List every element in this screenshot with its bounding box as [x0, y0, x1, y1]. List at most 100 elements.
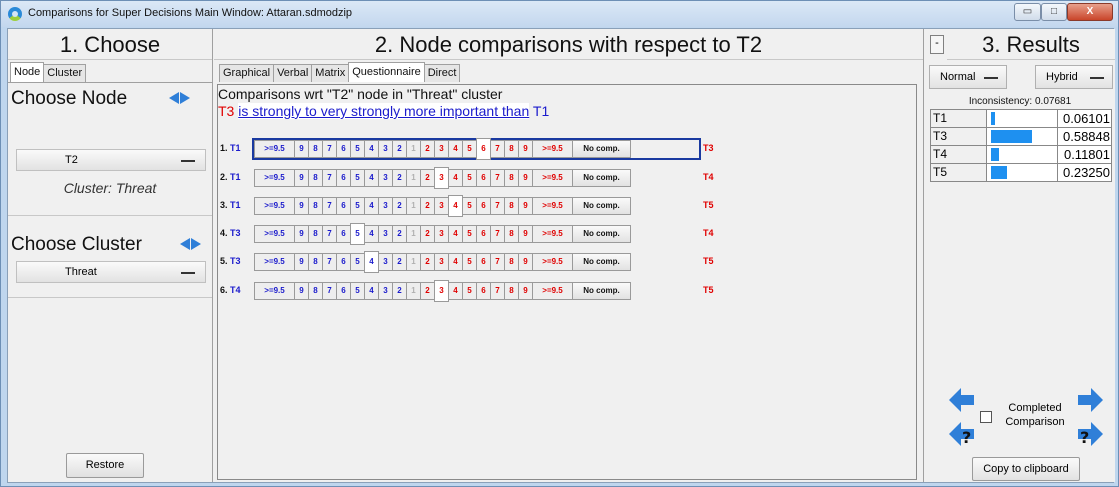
scale-cell[interactable]: 8 — [308, 282, 323, 300]
scale-cell[interactable]: 1 — [406, 169, 421, 187]
scale-cell[interactable]: 2 — [420, 169, 435, 187]
scale-cell[interactable]: 7 — [490, 282, 505, 300]
scale-cell[interactable]: 5 — [350, 140, 365, 158]
scale-cell[interactable]: 3 — [378, 225, 393, 243]
type-dropdown[interactable]: Hybrid — [1035, 65, 1113, 89]
scale-cell[interactable]: 2 — [392, 169, 407, 187]
scale-cell[interactable]: 3 — [434, 197, 449, 215]
scale-cell[interactable]: 9 — [294, 225, 309, 243]
scale-cell[interactable]: 6 — [336, 197, 351, 215]
tab-questionnaire[interactable]: Questionnaire — [348, 62, 425, 82]
scale-cell-selected[interactable]: 6 — [476, 138, 491, 160]
scale-cell[interactable]: 5 — [350, 169, 365, 187]
no-comparison-button[interactable]: No comp. — [572, 140, 631, 158]
scale-cell[interactable]: 8 — [504, 197, 519, 215]
scale-cell[interactable]: 1 — [406, 140, 421, 158]
minimize-button[interactable]: ▭ — [1014, 3, 1041, 21]
scale-cell[interactable]: 2 — [420, 282, 435, 300]
scale-cell[interactable]: >=9.5 — [532, 253, 573, 271]
scale-cell[interactable]: >=9.5 — [532, 140, 573, 158]
scale-cell[interactable]: 7 — [322, 253, 337, 271]
scale-cell[interactable]: 7 — [322, 169, 337, 187]
scale-cell[interactable]: 4 — [364, 140, 379, 158]
scale-cell[interactable]: 8 — [308, 197, 323, 215]
scale-cell[interactable]: 6 — [476, 253, 491, 271]
tab-direct[interactable]: Direct — [423, 64, 461, 82]
scale-cell[interactable]: 8 — [504, 169, 519, 187]
scale-cell[interactable]: 8 — [504, 253, 519, 271]
tab-graphical[interactable]: Graphical — [219, 64, 275, 82]
previous-arrow-icon[interactable] — [947, 387, 975, 413]
scale-cell[interactable]: >=9.5 — [254, 225, 295, 243]
no-comparison-button[interactable]: No comp. — [572, 197, 631, 215]
scale-cell[interactable]: >=9.5 — [254, 282, 295, 300]
scale-cell[interactable]: 7 — [490, 197, 505, 215]
scale-cell[interactable]: 9 — [294, 282, 309, 300]
next-node-arrow-icon[interactable] — [180, 92, 190, 104]
scale-cell[interactable]: 5 — [462, 253, 477, 271]
scale-cell[interactable]: >=9.5 — [532, 197, 573, 215]
scale-cell[interactable]: 4 — [364, 225, 379, 243]
scale-cell[interactable]: 9 — [294, 197, 309, 215]
scale-cell[interactable]: >=9.5 — [254, 140, 295, 158]
tab-cluster[interactable]: Cluster — [43, 64, 87, 82]
scale-cell[interactable]: 5 — [462, 197, 477, 215]
mode-dropdown[interactable]: Normal — [929, 65, 1007, 89]
scale-cell[interactable]: 2 — [420, 253, 435, 271]
scale-cell[interactable]: 5 — [350, 253, 365, 271]
scale-cell[interactable]: 4 — [448, 169, 463, 187]
scale-cell[interactable]: 3 — [378, 140, 393, 158]
scale-cell[interactable]: 4 — [448, 282, 463, 300]
no-comparison-button[interactable]: No comp. — [572, 282, 631, 300]
scale-cell[interactable]: 2 — [420, 140, 435, 158]
scale-cell[interactable]: 5 — [462, 225, 477, 243]
scale-cell[interactable]: 7 — [490, 225, 505, 243]
node-dropdown[interactable]: T2 — [16, 149, 206, 171]
scale-cell[interactable]: 2 — [392, 282, 407, 300]
scale-cell[interactable]: >=9.5 — [254, 169, 295, 187]
prev-cluster-arrow-icon[interactable] — [180, 238, 190, 250]
tab-matrix[interactable]: Matrix — [311, 64, 350, 82]
scale-cell[interactable]: 4 — [448, 225, 463, 243]
maximize-button[interactable]: □ — [1041, 3, 1067, 21]
previous-unanswered-icon[interactable]: ? — [947, 421, 975, 447]
scale-cell[interactable]: 6 — [476, 197, 491, 215]
scale-cell[interactable]: 1 — [406, 253, 421, 271]
scale-cell[interactable]: 5 — [350, 197, 365, 215]
scale-cell[interactable]: 7 — [322, 140, 337, 158]
scale-cell[interactable]: 1 — [406, 225, 421, 243]
scale-cell[interactable]: 7 — [490, 140, 505, 158]
tab-verbal[interactable]: Verbal — [273, 64, 313, 82]
prev-node-arrow-icon[interactable] — [169, 92, 179, 104]
restore-button[interactable]: Restore — [66, 453, 144, 478]
cluster-dropdown[interactable]: Threat — [16, 261, 206, 283]
scale-cell[interactable]: 8 — [504, 225, 519, 243]
scale-cell[interactable]: 7 — [490, 253, 505, 271]
scale-cell[interactable]: 9 — [518, 253, 533, 271]
scale-cell[interactable]: 1 — [406, 197, 421, 215]
scale-cell[interactable]: 5 — [462, 282, 477, 300]
scale-cell[interactable]: 8 — [308, 140, 323, 158]
scale-cell[interactable]: 5 — [350, 282, 365, 300]
scale-cell[interactable]: 6 — [336, 282, 351, 300]
scale-cell[interactable]: >=9.5 — [254, 253, 295, 271]
scale-cell[interactable]: 2 — [392, 253, 407, 271]
scale-cell[interactable]: 9 — [518, 140, 533, 158]
scale-cell[interactable]: >=9.5 — [532, 225, 573, 243]
scale-cell[interactable]: 6 — [476, 225, 491, 243]
scale-cell[interactable]: 2 — [392, 197, 407, 215]
scale-cell[interactable]: 7 — [490, 169, 505, 187]
scale-cell[interactable]: 3 — [378, 253, 393, 271]
scale-cell-selected[interactable]: 5 — [350, 223, 365, 245]
scale-cell[interactable]: 6 — [336, 225, 351, 243]
scale-cell-selected[interactable]: 3 — [434, 280, 449, 302]
scale-cell[interactable]: >=9.5 — [532, 169, 573, 187]
scale-cell[interactable]: 9 — [518, 197, 533, 215]
scale-cell[interactable]: 9 — [518, 169, 533, 187]
scale-cell[interactable]: 4 — [364, 197, 379, 215]
scale-cell[interactable]: 6 — [336, 253, 351, 271]
scale-cell[interactable]: 8 — [504, 282, 519, 300]
scale-cell[interactable]: >=9.5 — [532, 282, 573, 300]
scale-cell[interactable]: 6 — [476, 169, 491, 187]
scale-cell[interactable]: 7 — [322, 282, 337, 300]
